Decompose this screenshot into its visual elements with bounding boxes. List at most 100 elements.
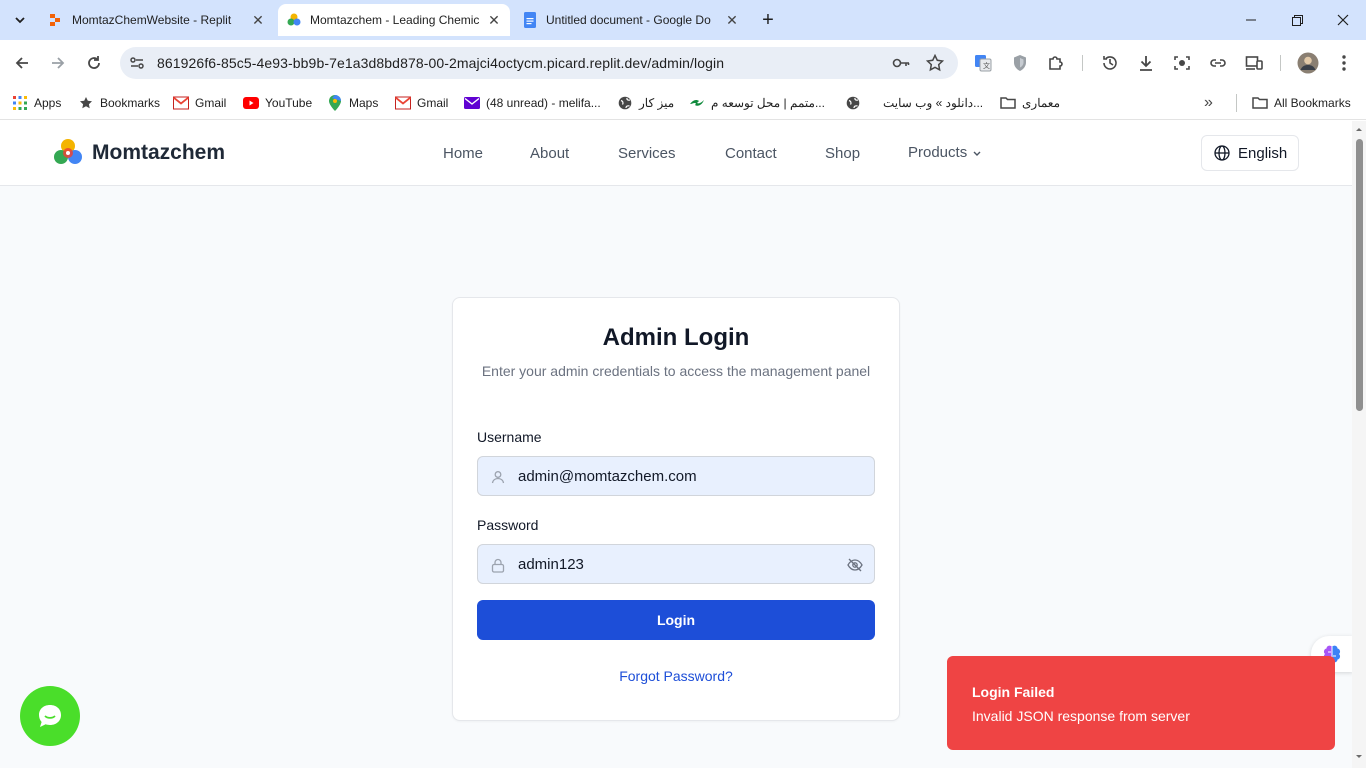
downloads-button[interactable] bbox=[1132, 49, 1160, 77]
shield-extension-button[interactable] bbox=[1006, 49, 1034, 77]
yahoo-mail-icon bbox=[464, 95, 480, 111]
user-icon bbox=[490, 469, 506, 485]
eye-off-icon[interactable] bbox=[846, 556, 864, 574]
puzzle-icon bbox=[1049, 56, 1063, 70]
bookmark-label: دانلود » وب سایت... bbox=[883, 96, 984, 110]
bookmark-yahoo-mail[interactable]: (48 unread) - melifa... bbox=[464, 92, 601, 114]
download-icon bbox=[1140, 56, 1152, 71]
bookmark-star-icon[interactable] bbox=[925, 53, 945, 72]
all-bookmarks-folder[interactable]: All Bookmarks bbox=[1252, 92, 1351, 114]
forgot-password-link[interactable]: Forgot Password? bbox=[453, 668, 899, 684]
momtazchem-logo-icon[interactable] bbox=[52, 137, 84, 169]
username-field[interactable]: admin@momtazchem.com bbox=[477, 456, 875, 496]
toast-message: Invalid JSON response from server bbox=[972, 708, 1190, 724]
reload-button[interactable] bbox=[80, 49, 108, 77]
bookmark-desk[interactable]: میز کار bbox=[617, 92, 674, 114]
reload-icon bbox=[88, 56, 100, 69]
bookmarks-overflow-button[interactable]: » bbox=[1204, 92, 1213, 114]
profile-avatar[interactable] bbox=[1294, 49, 1322, 77]
admin-login-card: Admin Login Enter your admin credentials… bbox=[452, 297, 900, 721]
globe-icon bbox=[1214, 145, 1230, 161]
password-field[interactable]: admin123 bbox=[477, 544, 875, 584]
browser-menu-button[interactable] bbox=[1330, 49, 1358, 77]
tab-replit[interactable]: MomtazChemWebsite - Replit ✕ bbox=[40, 4, 274, 36]
close-tab-icon[interactable]: ✕ bbox=[250, 12, 266, 28]
page-scrollbar[interactable] bbox=[1352, 121, 1366, 768]
tab-momtazchem[interactable]: Momtazchem - Leading Chemic ✕ bbox=[278, 4, 510, 36]
scroll-down-icon bbox=[1356, 755, 1362, 758]
link-icon bbox=[1210, 59, 1226, 67]
arrow-right-icon bbox=[52, 57, 65, 69]
bookmark-label: Apps bbox=[34, 96, 62, 110]
back-button[interactable] bbox=[8, 49, 36, 77]
password-label: Password bbox=[477, 517, 539, 533]
nav-services[interactable]: Services bbox=[618, 145, 676, 162]
tab-title: Momtazchem - Leading Chemic bbox=[310, 13, 480, 27]
bookmark-maps[interactable]: Maps bbox=[327, 92, 378, 114]
bookmark-label: معماری bbox=[1022, 96, 1060, 110]
bookmark-youtube[interactable]: YouTube bbox=[243, 92, 312, 114]
bookmark-label: (48 unread) - melifa... bbox=[486, 96, 601, 110]
nav-products[interactable]: Products bbox=[908, 144, 982, 161]
copy-link-button[interactable] bbox=[1204, 49, 1232, 77]
forward-button[interactable] bbox=[44, 49, 72, 77]
close-window-button[interactable] bbox=[1320, 0, 1366, 40]
bookmark-label: متمم | محل توسعه م... bbox=[711, 96, 825, 110]
camera-icon bbox=[1174, 56, 1190, 70]
nav-home[interactable]: Home bbox=[443, 145, 483, 162]
apps-grid-icon bbox=[12, 95, 28, 111]
extensions-button[interactable] bbox=[1042, 49, 1070, 77]
youtube-icon bbox=[243, 95, 259, 111]
screenshot-button[interactable] bbox=[1168, 49, 1196, 77]
replit-icon bbox=[48, 12, 64, 28]
close-icon bbox=[1337, 14, 1349, 26]
translate-extension-button[interactable]: 文 bbox=[969, 49, 997, 77]
toolbar-separator bbox=[1280, 55, 1281, 71]
bookmark-folder-architecture[interactable]: معماری bbox=[1000, 92, 1060, 114]
gmail-icon bbox=[395, 95, 411, 111]
history-button[interactable] bbox=[1096, 49, 1124, 77]
restore-icon bbox=[1291, 14, 1303, 26]
lock-icon bbox=[490, 557, 506, 573]
close-tab-icon[interactable]: ✕ bbox=[724, 12, 740, 28]
tab-search-button[interactable] bbox=[6, 6, 34, 34]
tab-google-docs[interactable]: Untitled document - Google Do ✕ bbox=[514, 4, 748, 36]
bookmark-download-site[interactable]: دانلود » وب سایت... bbox=[845, 92, 983, 114]
shield-icon bbox=[1014, 55, 1026, 71]
cast-devices-button[interactable] bbox=[1240, 49, 1268, 77]
nav-contact[interactable]: Contact bbox=[725, 145, 777, 162]
gmail-icon bbox=[173, 95, 189, 111]
bookmark-bookmarks[interactable]: Bookmarks bbox=[78, 92, 160, 114]
toast-title: Login Failed bbox=[972, 684, 1055, 700]
minimize-button[interactable] bbox=[1228, 0, 1274, 40]
bookmark-gmail-2[interactable]: Gmail bbox=[395, 92, 448, 114]
bookmarks-bar: Apps Bookmarks Gmail YouTube Maps Gmail … bbox=[0, 86, 1366, 120]
login-failed-toast: Login Failed Invalid JSON response from … bbox=[947, 656, 1335, 750]
bookmark-label: All Bookmarks bbox=[1274, 96, 1351, 110]
new-tab-button[interactable]: + bbox=[754, 6, 782, 34]
password-key-icon[interactable] bbox=[892, 55, 910, 71]
address-bar[interactable]: 861926f6-85c5-4e93-bb9b-7e1a3d8bd878-00-… bbox=[120, 47, 958, 79]
url-text[interactable]: 861926f6-85c5-4e93-bb9b-7e1a3d8bd878-00-… bbox=[157, 55, 724, 71]
bookmark-gmail[interactable]: Gmail bbox=[173, 92, 226, 114]
restore-button[interactable] bbox=[1274, 0, 1320, 40]
site-info-icon[interactable] bbox=[129, 55, 145, 71]
language-selector[interactable]: English bbox=[1201, 135, 1299, 171]
star-icon bbox=[78, 95, 94, 111]
bookmark-label: Gmail bbox=[417, 96, 449, 110]
password-value: admin123 bbox=[518, 556, 584, 573]
brand-name[interactable]: Momtazchem bbox=[92, 141, 225, 165]
nav-about[interactable]: About bbox=[530, 145, 569, 162]
bookmark-label: YouTube bbox=[265, 96, 313, 110]
bookmarks-separator bbox=[1236, 94, 1237, 112]
nav-shop[interactable]: Shop bbox=[825, 145, 860, 162]
login-button[interactable]: Login bbox=[477, 600, 875, 640]
bookmark-motamem[interactable]: متمم | محل توسعه م... bbox=[689, 92, 825, 114]
close-tab-icon[interactable]: ✕ bbox=[486, 12, 502, 28]
scrollbar-thumb[interactable] bbox=[1356, 139, 1363, 411]
bookmark-apps[interactable]: Apps bbox=[12, 92, 61, 114]
google-translate-icon: 文 bbox=[975, 55, 992, 72]
scroll-up-icon bbox=[1356, 128, 1362, 131]
chat-widget-button[interactable] bbox=[20, 686, 80, 746]
globe-icon bbox=[617, 95, 633, 111]
